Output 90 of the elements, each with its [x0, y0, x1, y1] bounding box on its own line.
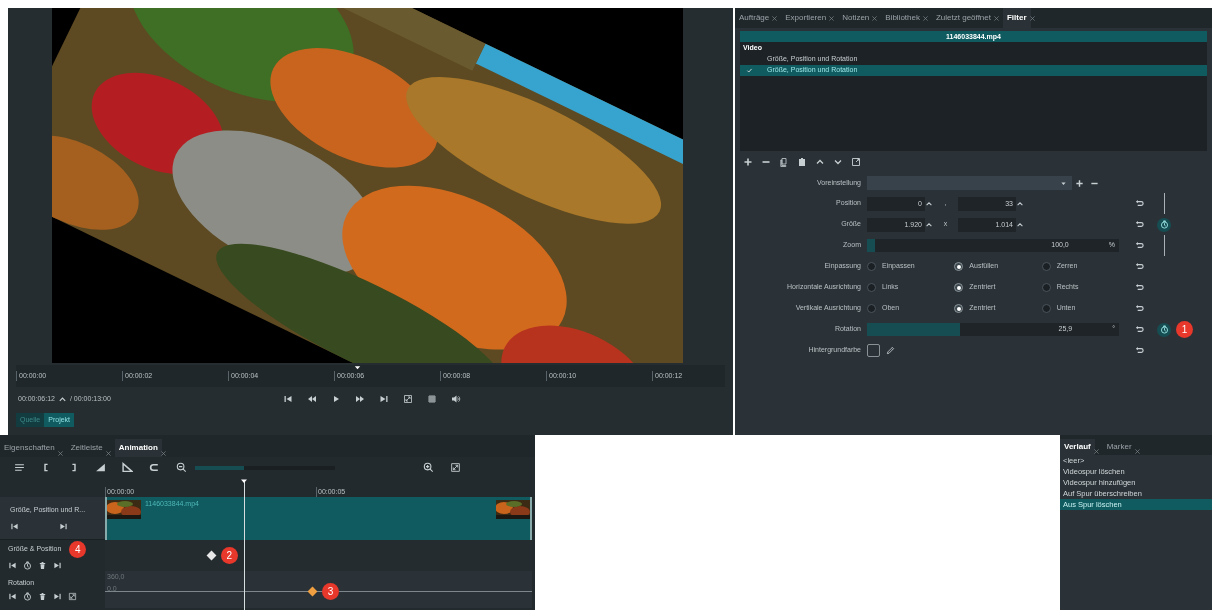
panel-tab[interactable]: Zuletzt geöffnet — [932, 8, 995, 28]
add-icon[interactable] — [743, 157, 753, 167]
close-icon[interactable] — [1133, 448, 1141, 455]
spin-icon[interactable] — [925, 199, 933, 208]
previous-keyframe-icon[interactable] — [8, 561, 17, 570]
previous-keyframe-icon[interactable] — [8, 591, 17, 601]
close-icon[interactable] — [1028, 14, 1036, 22]
add-icon[interactable] — [1075, 178, 1084, 188]
spin-icon[interactable] — [1016, 220, 1024, 229]
stopwatch-icon — [1159, 220, 1169, 229]
zoom-out-icon[interactable] — [176, 462, 187, 473]
radio-button[interactable] — [867, 283, 876, 292]
keyframe-button[interactable] — [1157, 322, 1171, 337]
next-keyframe-icon[interactable] — [59, 521, 68, 531]
radio-button[interactable] — [867, 304, 876, 313]
next-keyframe-icon[interactable] — [53, 561, 62, 570]
spin-icon[interactable] — [925, 220, 933, 229]
dropdown-caret-icon[interactable] — [1060, 179, 1067, 187]
stopwatch-icon — [1159, 325, 1169, 334]
panel-tab[interactable]: Exportieren — [781, 8, 831, 28]
radio-button[interactable] — [954, 262, 964, 271]
radio-button[interactable] — [1041, 304, 1051, 313]
stopwatch-icon[interactable] — [23, 561, 32, 570]
close-icon[interactable] — [993, 14, 1000, 22]
zoom-slider[interactable] — [195, 465, 335, 470]
close-icon[interactable] — [56, 450, 64, 457]
radio-button[interactable] — [1041, 262, 1051, 271]
stopwatch-icon[interactable] — [23, 591, 32, 601]
panel-tab[interactable]: Eigenschaften — [0, 439, 59, 457]
move-down-icon[interactable] — [833, 157, 843, 167]
panel-tab[interactable]: Marker — [1102, 439, 1136, 455]
copy-icon[interactable] — [779, 157, 789, 167]
keyframe-marker[interactable] — [308, 586, 318, 597]
undo-icon[interactable] — [1135, 346, 1144, 355]
undo-icon[interactable] — [1135, 220, 1144, 229]
close-icon[interactable] — [104, 450, 112, 457]
close-icon[interactable] — [771, 14, 779, 22]
undo-icon[interactable] — [1135, 325, 1144, 334]
skip-start-icon[interactable] — [283, 394, 293, 404]
radio-button[interactable] — [954, 283, 964, 292]
trash-icon[interactable] — [38, 591, 47, 601]
next-keyframe-icon[interactable] — [53, 591, 62, 601]
callout-badge: 1 — [1176, 321, 1193, 338]
color-swatch[interactable] — [867, 344, 880, 357]
radio-button[interactable] — [867, 262, 876, 271]
spin-icon[interactable] — [58, 394, 67, 404]
zoom-fit-icon[interactable] — [450, 462, 461, 473]
undo-icon[interactable] — [1135, 262, 1144, 271]
volume-icon[interactable] — [451, 394, 461, 404]
zoom-fit-icon[interactable] — [403, 394, 413, 404]
zoom-in-icon[interactable] — [423, 462, 434, 473]
panel-tab[interactable]: Verlauf — [1060, 439, 1095, 455]
panel-tab[interactable]: Animation — [114, 439, 162, 457]
panel-tab[interactable]: Filter — [1003, 8, 1031, 28]
panel-tab[interactable]: Zeitleiste — [66, 439, 107, 457]
skip-end-icon[interactable] — [379, 394, 389, 404]
menu-icon[interactable] — [14, 462, 25, 473]
keyframe-button[interactable] — [1157, 217, 1171, 232]
expand-icon[interactable] — [68, 591, 77, 601]
close-icon[interactable] — [159, 450, 167, 457]
panel-tab[interactable]: Bibliothek — [881, 8, 924, 28]
radio-button[interactable] — [1041, 283, 1051, 292]
close-icon[interactable] — [828, 14, 836, 22]
paste-icon[interactable] — [797, 157, 807, 167]
callout-badge: 3 — [321, 583, 339, 600]
ramp-down-icon[interactable] — [122, 462, 133, 473]
close-icon[interactable] — [922, 14, 929, 22]
ramp-up-icon[interactable] — [95, 462, 106, 473]
panel-tab[interactable]: Notizen — [838, 8, 874, 28]
checkmark-icon[interactable] — [745, 66, 753, 74]
trash-icon[interactable] — [38, 561, 47, 570]
spin-icon[interactable] — [1016, 199, 1024, 208]
callout-badge: 4 — [69, 541, 87, 558]
close-icon[interactable] — [1092, 448, 1100, 455]
snap-icon[interactable] — [149, 462, 160, 473]
play-icon[interactable] — [331, 394, 341, 404]
undo-icon[interactable] — [1135, 304, 1144, 313]
keyframe-marker[interactable] — [206, 550, 217, 561]
previous-keyframe-icon[interactable] — [10, 521, 19, 531]
close-icon[interactable] — [871, 14, 879, 22]
export-icon[interactable] — [851, 157, 861, 167]
undo-icon[interactable] — [1135, 241, 1144, 250]
panel-tab[interactable]: Aufträge — [735, 8, 774, 28]
move-up-icon[interactable] — [815, 157, 825, 167]
fast-forward-icon[interactable] — [355, 394, 365, 404]
undo-icon[interactable] — [1135, 199, 1144, 208]
radio-button[interactable] — [954, 304, 964, 313]
rewind-icon[interactable] — [307, 394, 317, 404]
callout-badge: 2 — [220, 547, 238, 564]
undo-icon[interactable] — [1135, 283, 1144, 292]
